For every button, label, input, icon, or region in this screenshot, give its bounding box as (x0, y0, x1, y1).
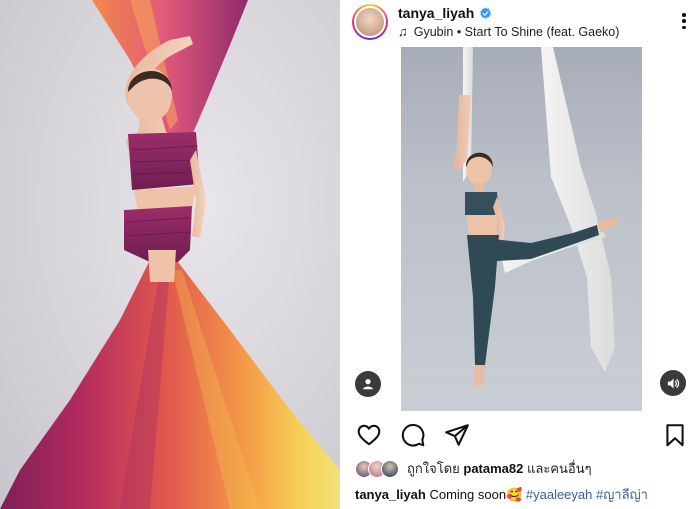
liked-by-prefix: ถูกใจโดย (407, 461, 460, 476)
username-link[interactable]: tanya_liyah (398, 5, 474, 21)
instagram-post: tanya_liyah ♫ Gyubin • Start To Shine (f… (340, 0, 700, 509)
username-row: tanya_liyah (398, 5, 492, 21)
caption-text: Coming soon (429, 487, 507, 502)
user-tag-button[interactable] (355, 371, 381, 397)
post-header: tanya_liyah ♫ Gyubin • Start To Shine (f… (340, 0, 700, 46)
music-label: Gyubin • Start To Shine (feat. Gaeko) (413, 24, 620, 39)
profile-avatar[interactable] (352, 4, 388, 40)
aerial-silks-photo (453, 47, 619, 385)
action-bar (340, 420, 700, 450)
verified-badge-icon (480, 7, 492, 19)
liked-by-suffix[interactable]: และคนอื่นๆ (527, 461, 592, 476)
fabric-portrait-illustration (0, 0, 340, 509)
bookmark-icon[interactable] (662, 422, 688, 448)
liker-avatars (355, 459, 399, 478)
hashtag-link[interactable]: #yaaleeyah (526, 487, 593, 502)
caption: tanya_liyah Coming soon🥰 #yaaleeyah #ญาล… (355, 484, 648, 505)
music-row[interactable]: ♫ Gyubin • Start To Shine (feat. Gaeko) (398, 24, 619, 39)
caption-username[interactable]: tanya_liyah (355, 487, 426, 502)
heart-icon[interactable] (356, 422, 382, 448)
volume-icon (667, 378, 679, 388)
comment-icon[interactable] (400, 422, 426, 448)
user-tag-icon (363, 379, 373, 390)
more-options-icon[interactable] (678, 10, 690, 32)
liker-username[interactable]: patama82 (463, 461, 523, 476)
liker-avatar (381, 459, 399, 478)
likes-row[interactable]: ถูกใจโดย patama82 และคนอื่นๆ (355, 458, 592, 479)
left-photo (0, 0, 340, 509)
volume-button[interactable] (660, 370, 686, 396)
music-note-icon: ♫ (398, 24, 408, 39)
avatar-image (354, 6, 386, 38)
share-icon[interactable] (444, 422, 470, 448)
hashtag-link[interactable]: #ญาลีญ่า (596, 487, 648, 502)
caption-emoji: 🥰 (506, 487, 523, 502)
post-media[interactable] (401, 47, 642, 411)
